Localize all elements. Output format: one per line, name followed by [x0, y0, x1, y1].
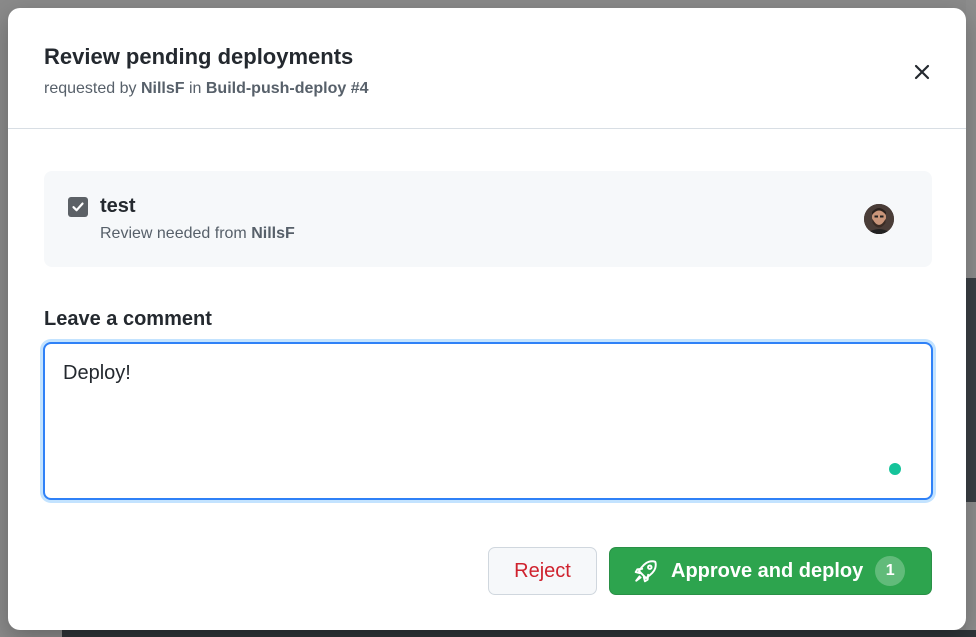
approve-count-badge: 1	[875, 556, 906, 586]
review-prefix: Review needed from	[100, 225, 252, 242]
check-icon	[72, 202, 84, 212]
reviewer-name: NillsF	[251, 225, 295, 242]
backdrop-bottom-dark	[62, 630, 976, 637]
subtitle-mid: in	[184, 80, 206, 97]
dialog-header: Review pending deployments requested by …	[8, 8, 966, 129]
environment-review-text: Review needed from NillsF	[100, 225, 295, 243]
reject-button[interactable]: Reject	[488, 547, 597, 595]
workflow-run-link[interactable]: Build-push-deploy #4	[206, 80, 369, 97]
dialog-subtitle: requested by NillsF in Build-push-deploy…	[44, 78, 966, 100]
dialog-title: Review pending deployments	[44, 44, 354, 69]
reviewer-avatar[interactable]	[864, 204, 894, 234]
approve-label: Approve and deploy	[671, 559, 864, 582]
approve-and-deploy-button[interactable]: Approve and deploy 1	[609, 547, 932, 595]
environment-name: test	[100, 195, 136, 217]
subtitle-prefix: requested by	[44, 80, 141, 97]
grammar-assistant-icon[interactable]	[889, 463, 901, 475]
review-deployments-dialog: Review pending deployments requested by …	[8, 8, 966, 630]
environment-checkbox[interactable]	[68, 197, 88, 217]
comment-textarea[interactable]: Deploy!	[43, 342, 933, 500]
environment-card: test Review needed from NillsF	[44, 171, 932, 267]
requester-link[interactable]: NillsF	[141, 80, 185, 97]
comment-label: Leave a comment	[44, 308, 212, 330]
backdrop-right-dark	[966, 278, 976, 502]
rocket-icon	[633, 558, 659, 584]
close-icon	[914, 64, 930, 80]
close-button[interactable]	[908, 58, 936, 86]
